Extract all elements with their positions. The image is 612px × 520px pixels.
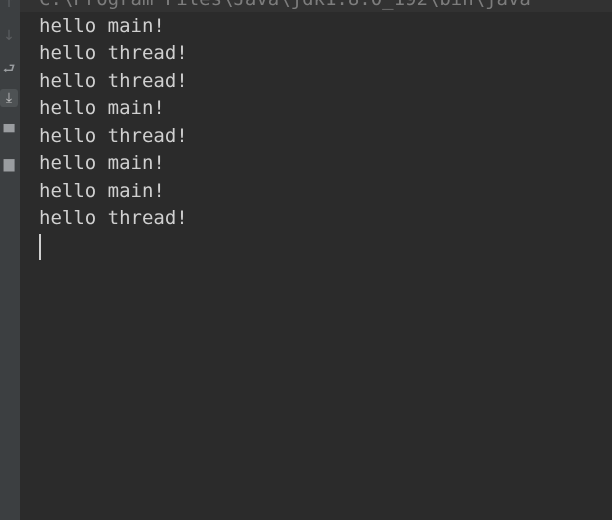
output-line: hello thread!	[39, 42, 188, 64]
output-line: hello thread!	[39, 70, 188, 92]
print-icon[interactable]: ▀	[0, 124, 18, 142]
text-caret	[39, 234, 41, 260]
trash-icon[interactable]: ▆	[0, 155, 18, 173]
output-line: hello main!	[39, 152, 165, 174]
output-line: hello main!	[39, 15, 165, 37]
output-line: hello main!	[39, 97, 165, 119]
soft-wrap-icon[interactable]: ⮐	[0, 60, 18, 78]
console-output[interactable]: C:\Program Files\Java\jdk1.8.0_192\bin\j…	[20, 0, 612, 520]
arrow-up-icon[interactable]: ↑	[0, 0, 18, 12]
output-line: hello thread!	[39, 125, 188, 147]
arrow-down-icon[interactable]: ↓	[0, 27, 18, 45]
output-line: hello main!	[39, 180, 165, 202]
scroll-to-end-icon[interactable]: ⤓	[0, 89, 18, 107]
command-line: C:\Program Files\Java\jdk1.8.0_192\bin\j…	[20, 0, 612, 12]
output-line: hello thread!	[39, 207, 188, 229]
console-toolbar: ↑ ↓ ⮐ ⤓ ▀ ▆	[0, 0, 20, 520]
